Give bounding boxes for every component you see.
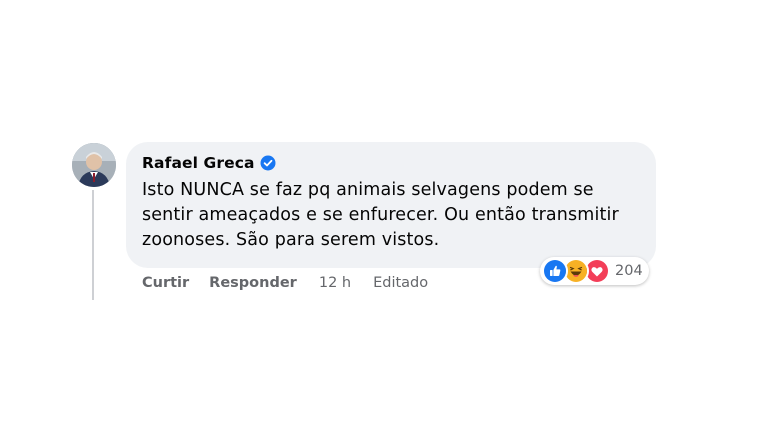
comment-bubble: Rafael Greca Isto NUNCA se faz pq animai… — [126, 142, 656, 268]
thread-connector-line — [92, 190, 94, 300]
timestamp[interactable]: 12 h — [319, 275, 351, 291]
reactions-summary[interactable]: 204 — [540, 257, 649, 285]
avatar[interactable] — [72, 143, 116, 187]
reply-button[interactable]: Responder — [209, 275, 297, 291]
edited-label[interactable]: Editado — [373, 275, 428, 291]
comment-thread: Rafael Greca Isto NUNCA se faz pq animai… — [0, 0, 770, 440]
like-button[interactable]: Curtir — [142, 275, 189, 291]
comment-actions: Curtir Responder 12 h Editado — [142, 275, 428, 291]
comment-text: Isto NUNCA se faz pq animais selvagens p… — [142, 180, 619, 250]
author-name[interactable]: Rafael Greca — [142, 154, 255, 172]
author-row: Rafael Greca — [142, 152, 640, 174]
like-icon — [542, 258, 568, 284]
reaction-count: 204 — [615, 263, 643, 279]
verified-badge-icon — [260, 155, 276, 171]
